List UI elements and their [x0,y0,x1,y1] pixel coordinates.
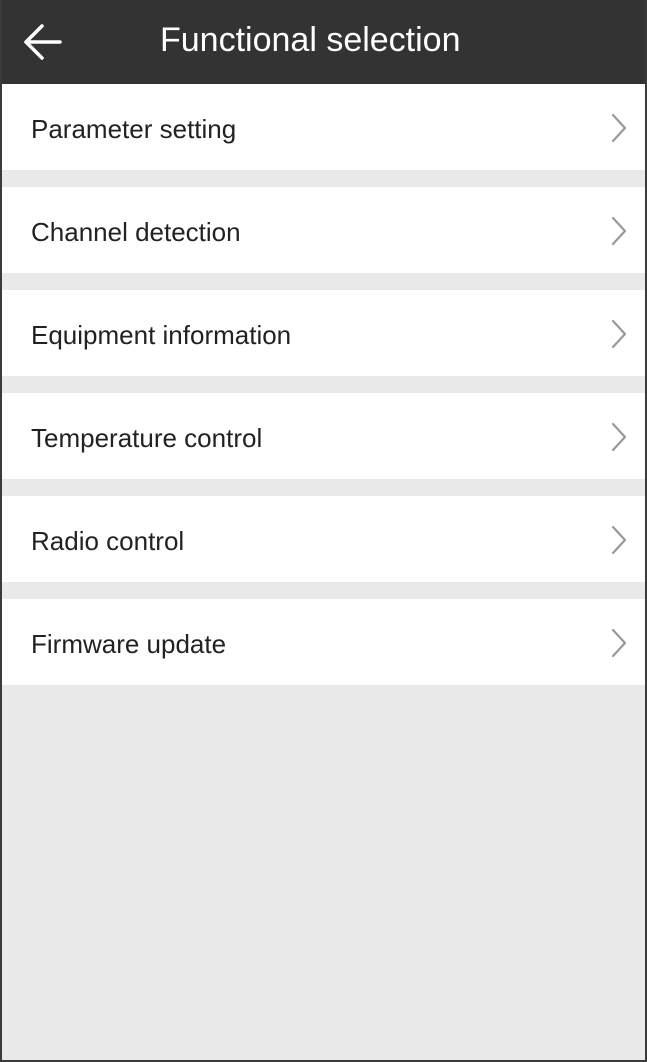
chevron-right-icon [611,628,627,658]
chevron-right-icon [611,422,627,452]
back-button[interactable] [14,14,70,70]
screen: Functional selection Parameter setting C… [0,0,647,1062]
menu-item-label: Temperature control [31,423,263,453]
menu-item-label: Parameter setting [31,114,237,144]
arrow-left-icon [24,24,62,60]
chevron-right-icon [611,319,627,349]
chevron-right-icon [611,525,627,555]
menu-item-radio-control[interactable]: Radio control [2,496,645,582]
menu-item-label: Equipment information [31,320,292,350]
function-menu: Parameter setting Channel detection Equi… [2,84,645,685]
menu-item-label: Channel detection [31,217,241,247]
menu-item-label: Firmware update [31,629,227,659]
menu-item-firmware-update[interactable]: Firmware update [2,599,645,685]
menu-item-parameter-setting[interactable]: Parameter setting [2,84,645,170]
page-title: Functional selection [160,21,461,59]
chevron-right-icon [611,216,627,246]
app-bar: Functional selection [2,0,645,84]
menu-item-channel-detection[interactable]: Channel detection [2,187,645,273]
menu-item-label: Radio control [31,526,185,556]
chevron-right-icon [611,113,627,143]
menu-item-equipment-information[interactable]: Equipment information [2,290,645,376]
menu-item-temperature-control[interactable]: Temperature control [2,393,645,479]
